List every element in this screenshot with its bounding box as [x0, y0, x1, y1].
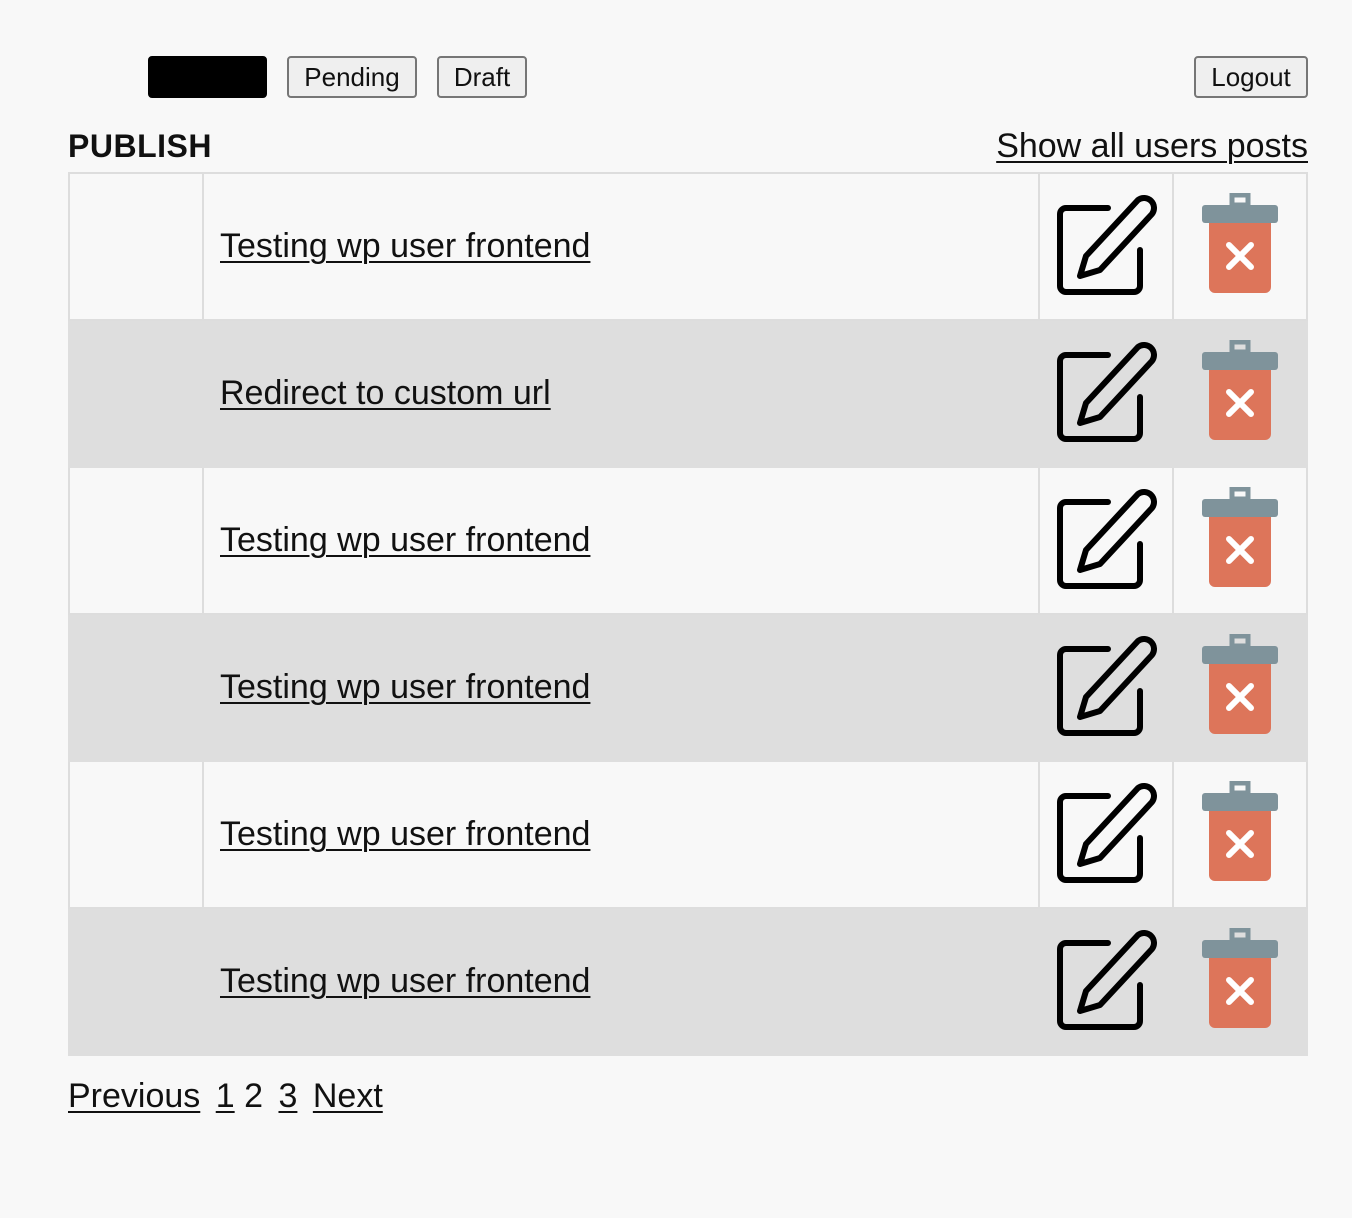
post-title-link[interactable]: Redirect to custom url: [220, 374, 551, 413]
page: Pending Draft Logout PUBLISH Show all us…: [0, 0, 1352, 1218]
delete-cell: [1172, 760, 1308, 909]
top-toolbar: Pending Draft Logout: [0, 0, 1352, 110]
post-thumbnail-cell: [68, 907, 204, 1056]
table-row: Testing wp user frontend: [68, 172, 1308, 321]
post-title-link[interactable]: Testing wp user frontend: [220, 962, 590, 1001]
edit-cell: [1038, 613, 1174, 762]
edit-icon[interactable]: [1054, 192, 1158, 296]
table-row: Testing wp user frontend: [68, 613, 1308, 762]
delete-cell: [1172, 319, 1308, 468]
edit-cell: [1038, 319, 1174, 468]
post-title-link[interactable]: Testing wp user frontend: [220, 227, 590, 266]
draft-tab-button[interactable]: Draft: [437, 56, 527, 98]
post-title-link[interactable]: Testing wp user frontend: [220, 521, 590, 560]
publish-tab-button[interactable]: [148, 56, 267, 98]
pagination: Previous 1 2 3 Next: [68, 1074, 383, 1118]
pagination-next-link[interactable]: Next: [313, 1077, 383, 1115]
post-title-cell: Testing wp user frontend: [202, 613, 1040, 762]
edit-icon[interactable]: [1054, 486, 1158, 590]
delete-cell: [1172, 172, 1308, 321]
trash-delete-icon[interactable]: [1201, 487, 1279, 589]
post-title-cell: Testing wp user frontend: [202, 172, 1040, 321]
delete-cell: [1172, 466, 1308, 615]
pending-tab-button[interactable]: Pending: [287, 56, 417, 98]
pagination-current-page: 2: [244, 1077, 264, 1115]
delete-cell: [1172, 907, 1308, 1056]
post-thumbnail-cell: [68, 760, 204, 909]
table-row: Redirect to custom url: [68, 319, 1308, 468]
table-row: Testing wp user frontend: [68, 760, 1308, 909]
edit-icon[interactable]: [1054, 339, 1158, 443]
post-title-link[interactable]: Testing wp user frontend: [220, 668, 590, 707]
post-title-cell: Redirect to custom url: [202, 319, 1040, 468]
trash-delete-icon[interactable]: [1201, 928, 1279, 1030]
edit-icon[interactable]: [1054, 633, 1158, 737]
post-title-link[interactable]: Testing wp user frontend: [220, 815, 590, 854]
post-thumbnail-cell: [68, 613, 204, 762]
post-thumbnail-cell: [68, 319, 204, 468]
post-title-cell: Testing wp user frontend: [202, 907, 1040, 1056]
posts-table: Testing wp user frontend Redirect to cust…: [68, 172, 1308, 1056]
pagination-page-1[interactable]: 1: [216, 1077, 235, 1115]
trash-delete-icon[interactable]: [1201, 781, 1279, 883]
logout-button[interactable]: Logout: [1194, 56, 1308, 98]
pagination-previous-link[interactable]: Previous: [68, 1077, 200, 1115]
edit-cell: [1038, 466, 1174, 615]
table-row: Testing wp user frontend: [68, 907, 1308, 1056]
post-thumbnail-cell: [68, 172, 204, 321]
edit-icon[interactable]: [1054, 927, 1158, 1031]
trash-delete-icon[interactable]: [1201, 193, 1279, 295]
pagination-page-3[interactable]: 3: [278, 1077, 297, 1115]
post-thumbnail-cell: [68, 466, 204, 615]
post-title-cell: Testing wp user frontend: [202, 466, 1040, 615]
section-title: PUBLISH: [68, 128, 212, 164]
trash-delete-icon[interactable]: [1201, 634, 1279, 736]
edit-cell: [1038, 172, 1174, 321]
table-row: Testing wp user frontend: [68, 466, 1308, 615]
post-title-cell: Testing wp user frontend: [202, 760, 1040, 909]
edit-cell: [1038, 760, 1174, 909]
delete-cell: [1172, 613, 1308, 762]
trash-delete-icon[interactable]: [1201, 340, 1279, 442]
edit-icon[interactable]: [1054, 780, 1158, 884]
show-all-users-posts-link[interactable]: Show all users posts: [996, 126, 1308, 166]
edit-cell: [1038, 907, 1174, 1056]
